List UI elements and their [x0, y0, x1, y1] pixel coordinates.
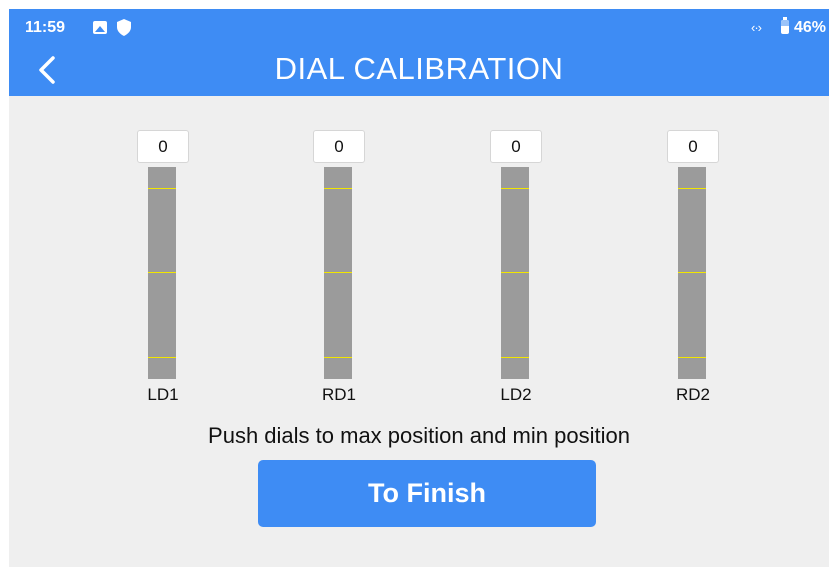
dial-value: 0	[490, 130, 542, 163]
battery-icon	[781, 17, 789, 34]
dial-rd1: 0 RD1	[313, 130, 365, 420]
max-marker	[678, 188, 706, 189]
dial-track	[501, 167, 529, 379]
dial-value: 0	[313, 130, 365, 163]
min-marker	[148, 357, 176, 358]
max-marker	[501, 188, 529, 189]
dial-label: LD2	[500, 385, 532, 404]
dial-track	[324, 167, 352, 379]
dial-track	[148, 167, 176, 379]
dial-value: 0	[667, 130, 719, 163]
max-marker	[148, 188, 176, 189]
battery-percentage: 46%	[794, 19, 827, 36]
to-finish-button[interactable]: To Finish	[258, 460, 596, 527]
app-bar: 11:59 ‹·› 46% DIAL CALIBRATION	[9, 9, 829, 96]
max-marker	[324, 188, 352, 189]
dial-value: 0	[137, 130, 189, 163]
dial-track	[678, 167, 706, 379]
shield-icon	[117, 19, 131, 36]
dial-label: RD2	[675, 385, 710, 404]
center-marker	[501, 272, 529, 273]
min-marker	[678, 357, 706, 358]
page-title: DIAL CALIBRATION	[274, 51, 564, 86]
min-marker	[324, 357, 352, 358]
center-marker	[148, 272, 176, 273]
image-icon	[93, 21, 107, 34]
dial-label: RD1	[321, 385, 356, 404]
instruction-text: Push dials to max position and min posit…	[208, 423, 630, 448]
data-transfer-icon: ‹·›	[751, 20, 762, 35]
center-marker	[678, 272, 706, 273]
dial-ld1: 0 LD1	[137, 130, 189, 420]
calibration-screen: 11:59 ‹·› 46% DIAL CALIBRATION 0 LD1 0 R…	[9, 9, 829, 567]
min-marker	[501, 357, 529, 358]
dial-rd2: 0 RD2	[667, 130, 719, 420]
dial-label: LD1	[147, 385, 179, 404]
dial-ld2: 0 LD2	[490, 130, 542, 420]
status-time: 11:59	[25, 19, 66, 36]
status-bar: 11:59 ‹·› 46%	[9, 9, 829, 45]
center-marker	[324, 272, 352, 273]
